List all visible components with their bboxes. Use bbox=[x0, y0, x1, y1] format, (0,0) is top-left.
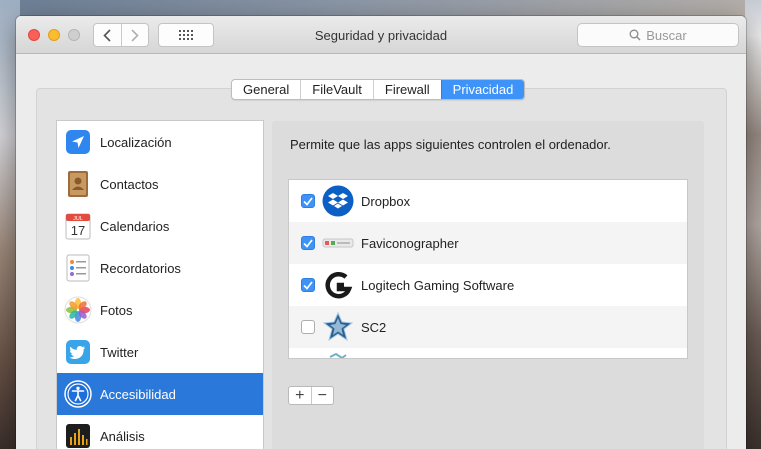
tab-filevault[interactable]: FileVault bbox=[300, 80, 373, 99]
app-row-logitech[interactable]: Logitech Gaming Software bbox=[289, 264, 687, 306]
tab-general[interactable]: General bbox=[232, 80, 300, 99]
tab-bar: General FileVault Firewall Privacidad bbox=[231, 79, 526, 100]
calendar-icon: JUL 17 bbox=[63, 211, 93, 241]
calendar-month: JUL bbox=[73, 216, 83, 222]
accessibility-icon bbox=[63, 379, 93, 409]
sidebar-item-label: Recordatorios bbox=[100, 260, 181, 276]
tab-privacidad[interactable]: Privacidad bbox=[440, 80, 525, 99]
starcraft-icon bbox=[322, 311, 354, 343]
sidebar-item-analisis[interactable]: Análisis bbox=[57, 415, 263, 449]
accessibility-pane: Permite que las apps siguientes controle… bbox=[272, 121, 704, 449]
app-name: Faviconographer bbox=[361, 235, 459, 251]
remove-app-button[interactable]: − bbox=[310, 387, 334, 404]
app-list: Dropbox Faviconographer Logitech Gaming bbox=[288, 179, 688, 359]
app-checkbox-faviconographer[interactable] bbox=[301, 236, 315, 250]
add-app-button[interactable]: + bbox=[289, 387, 311, 404]
sidebar-item-calendarios[interactable]: JUL 17 Calendarios bbox=[57, 205, 263, 247]
logitech-g-icon bbox=[322, 269, 354, 301]
sidebar-item-label: Localización bbox=[100, 134, 172, 150]
pane-description: Permite que las apps siguientes controle… bbox=[290, 137, 611, 152]
search-placeholder: Buscar bbox=[646, 27, 687, 43]
add-remove-control: + − bbox=[288, 386, 334, 405]
checkmark-icon bbox=[303, 280, 313, 290]
app-row-partial bbox=[289, 348, 687, 358]
sidebar-item-accesibilidad[interactable]: Accesibilidad bbox=[57, 373, 263, 415]
location-arrow-icon bbox=[63, 127, 93, 157]
app-name: SC2 bbox=[361, 319, 387, 335]
app-icon-partial bbox=[322, 353, 354, 358]
sidebar-item-twitter[interactable]: Twitter bbox=[57, 331, 263, 373]
sidebar-item-localizacion[interactable]: Localización bbox=[57, 121, 263, 163]
checkmark-icon bbox=[303, 196, 313, 206]
app-checkbox-logitech[interactable] bbox=[301, 278, 315, 292]
privacy-category-list: Localización Contactos JUL 17 Calendario… bbox=[56, 120, 264, 449]
search-field[interactable]: Buscar bbox=[577, 23, 739, 47]
sidebar-item-label: Accesibilidad bbox=[100, 386, 176, 402]
app-checkbox-dropbox[interactable] bbox=[301, 194, 315, 208]
sidebar-item-label: Contactos bbox=[100, 176, 159, 192]
app-row-faviconographer[interactable]: Faviconographer bbox=[289, 222, 687, 264]
preferences-window: Seguridad y privacidad Buscar General Fi… bbox=[16, 16, 746, 449]
app-row-dropbox[interactable]: Dropbox bbox=[289, 180, 687, 222]
app-name: Logitech Gaming Software bbox=[361, 277, 515, 293]
app-row-sc2[interactable]: SC2 bbox=[289, 306, 687, 348]
app-checkbox-sc2[interactable] bbox=[301, 320, 315, 334]
desktop-wallpaper-right bbox=[745, 0, 761, 449]
title-bar: Seguridad y privacidad Buscar bbox=[16, 16, 746, 54]
sidebar-item-recordatorios[interactable]: Recordatorios bbox=[57, 247, 263, 289]
photos-icon bbox=[63, 295, 93, 325]
sidebar-item-label: Calendarios bbox=[100, 218, 170, 234]
sidebar-item-label: Twitter bbox=[100, 344, 139, 360]
sidebar-item-label: Análisis bbox=[100, 428, 145, 444]
sidebar-item-contactos[interactable]: Contactos bbox=[57, 163, 263, 205]
search-icon bbox=[629, 29, 641, 41]
faviconographer-icon bbox=[322, 227, 354, 259]
sidebar-item-label: Fotos bbox=[100, 302, 133, 318]
calendar-day: 17 bbox=[71, 223, 85, 238]
dropbox-icon bbox=[322, 185, 354, 217]
checkmark-icon bbox=[303, 238, 313, 248]
sidebar-item-fotos[interactable]: Fotos bbox=[57, 289, 263, 331]
app-name: Dropbox bbox=[361, 193, 411, 209]
tab-firewall[interactable]: Firewall bbox=[372, 80, 441, 99]
twitter-bird-icon bbox=[63, 337, 93, 367]
reminders-icon bbox=[63, 253, 93, 283]
contacts-book-icon bbox=[63, 169, 93, 199]
diagnostics-icon bbox=[63, 421, 93, 449]
